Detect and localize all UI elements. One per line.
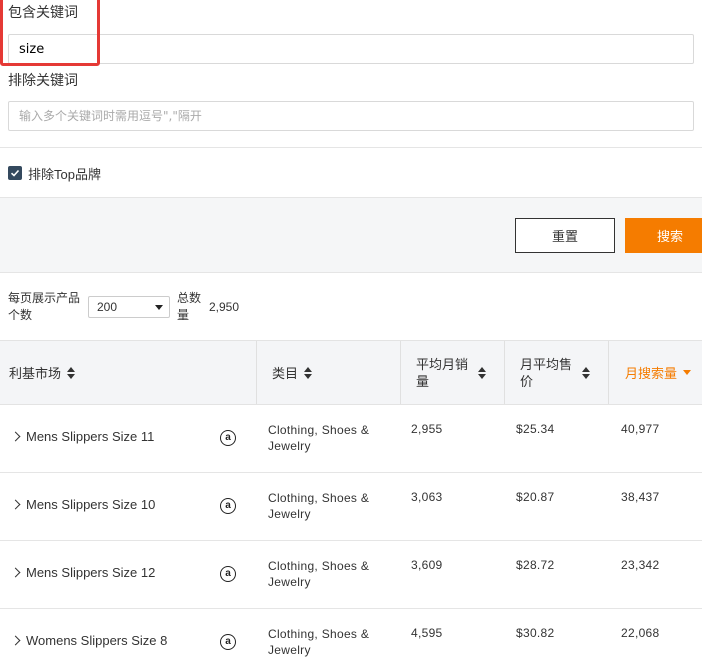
keyword-cell[interactable]: Womens Slippers Size 8 [10, 633, 167, 648]
per-page-select[interactable]: 200 [88, 296, 170, 318]
col-monthly-searches[interactable]: 月搜索量 [625, 341, 692, 404]
exclude-keywords-input[interactable] [8, 101, 694, 131]
exclude-top-brands-checkbox[interactable] [8, 166, 22, 180]
avg-sales-cell: 2,955 [411, 422, 443, 436]
per-page-label: 每页展示产品个数 [8, 291, 81, 322]
table-row[interactable]: Mens Slippers Size 11 a Clothing, Shoes … [0, 405, 702, 473]
keyword-cell[interactable]: Mens Slippers Size 10 [10, 497, 155, 512]
avg-sales-cell: 3,063 [411, 490, 443, 504]
total-value: 2,950 [209, 300, 240, 314]
category-cell: Clothing, Shoes & Jewelry [268, 423, 370, 453]
col-avg-monthly-sales[interactable]: 平均月销量 [416, 341, 496, 404]
exclude-keywords-label: 排除关键词 [8, 72, 78, 88]
searches-cell: 38,437 [621, 490, 660, 504]
avg-price-cell: $30.82 [516, 626, 555, 640]
col-avg-price[interactable]: 月平均售价 [520, 341, 600, 404]
total-label: 总数量 [177, 291, 202, 322]
table-row[interactable]: Mens Slippers Size 12 a Clothing, Shoes … [0, 541, 702, 609]
sort-icon [478, 366, 486, 379]
category-cell: Clothing, Shoes & Jewelry [268, 491, 370, 521]
avg-sales-cell: 3,609 [411, 558, 443, 572]
amazon-icon[interactable]: a [220, 430, 236, 446]
search-button[interactable]: 搜索 [625, 218, 702, 253]
col-category[interactable]: 类目 [272, 341, 313, 404]
amazon-icon[interactable]: a [220, 566, 236, 582]
table-row[interactable]: Mens Slippers Size 10 a Clothing, Shoes … [0, 473, 702, 541]
avg-price-cell: $25.34 [516, 422, 555, 436]
include-keywords-label: 包含关键词 [8, 4, 78, 20]
searches-cell: 23,342 [621, 558, 660, 572]
avg-price-cell: $20.87 [516, 490, 555, 504]
col-niche[interactable]: 利基市场 [9, 341, 76, 404]
amazon-icon[interactable]: a [220, 634, 236, 650]
chevron-right-icon [10, 635, 21, 646]
include-keywords-input[interactable] [8, 34, 694, 64]
sort-desc-icon [683, 370, 692, 375]
per-page-value: 200 [97, 300, 118, 314]
keyword-cell[interactable]: Mens Slippers Size 11 [10, 429, 154, 444]
divider [0, 147, 702, 148]
check-icon [10, 169, 20, 177]
table-header: 利基市场 类目 平均月销量 月平均售价 月搜索量 [0, 340, 702, 405]
table-row[interactable]: Womens Slippers Size 8 a Clothing, Shoes… [0, 609, 702, 662]
exclude-top-brands-label: 排除Top品牌 [28, 167, 101, 182]
chevron-right-icon [10, 431, 21, 442]
chevron-right-icon [10, 567, 21, 578]
amazon-icon[interactable]: a [220, 498, 236, 514]
searches-cell: 22,068 [621, 626, 660, 640]
sort-icon [67, 366, 76, 379]
chevron-right-icon [10, 499, 21, 510]
keyword-cell[interactable]: Mens Slippers Size 12 [10, 565, 155, 580]
sort-icon [582, 366, 590, 379]
reset-button[interactable]: 重置 [515, 218, 615, 253]
avg-sales-cell: 4,595 [411, 626, 443, 640]
avg-price-cell: $28.72 [516, 558, 555, 572]
searches-cell: 40,977 [621, 422, 660, 436]
category-cell: Clothing, Shoes & Jewelry [268, 627, 370, 657]
sort-icon [304, 366, 313, 379]
caret-down-icon [155, 305, 163, 310]
category-cell: Clothing, Shoes & Jewelry [268, 559, 370, 589]
